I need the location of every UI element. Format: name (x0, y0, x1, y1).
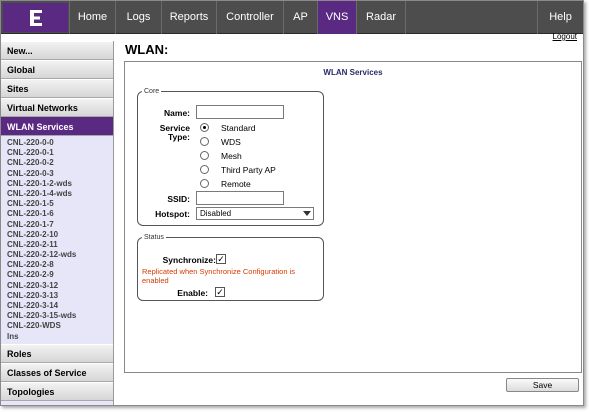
logout-link[interactable]: Logout (553, 32, 577, 41)
service-type-mesh-label: Mesh (221, 151, 242, 161)
page-title: WLAN: (125, 42, 169, 57)
ssid-label: SSID: (167, 194, 190, 204)
sidebar-wlan-item[interactable]: CNL-220-0-2 (1, 158, 113, 168)
service-type-remote-label: Remote (221, 179, 251, 189)
nav-ap[interactable]: AP (283, 1, 317, 34)
nav-reports[interactable]: Reports (161, 1, 216, 34)
nav-help[interactable]: Help (537, 1, 583, 34)
sidebar-item-new[interactable]: New... (1, 41, 113, 60)
save-button[interactable]: Save (506, 378, 579, 392)
hotspot-label: Hotspot: (155, 209, 190, 219)
sidebar-item-wlan-services[interactable]: WLAN Services (1, 117, 113, 136)
enable-label: Enable: (177, 288, 208, 298)
name-label: Name: (164, 108, 190, 118)
sidebar-wlan-item[interactable]: CNL-220-2-8 (1, 260, 113, 270)
sidebar-wlan-item[interactable]: CNL-220-1-5 (1, 199, 113, 209)
nav-vns[interactable]: VNS (317, 1, 356, 34)
ssid-input[interactable] (196, 191, 284, 205)
synchronize-note: Replicated when Synchronize Configuratio… (142, 267, 322, 285)
sidebar-wlan-item[interactable]: lns (1, 332, 113, 342)
sidebar-wlan-item[interactable]: CNL-220-1-4-wds (1, 189, 113, 199)
panel-title: WLAN Services (323, 68, 383, 77)
sidebar-wlan-item[interactable]: CNL-220-0-1 (1, 148, 113, 158)
status-legend: Status (144, 234, 164, 241)
synchronize-checkbox[interactable]: ✓ (216, 254, 226, 264)
sidebar-wlan-item[interactable]: CNL-220-3-12 (1, 281, 113, 291)
synchronize-note-line-1: Replicated when Synchronize Configuratio… (142, 267, 296, 276)
service-type-standard-label: Standard (221, 123, 256, 133)
sidebar-item-classes-of-service[interactable]: Classes of Service (1, 362, 113, 382)
sidebar-item-virtual-networks[interactable]: Virtual Networks (1, 98, 113, 117)
service-type-label-2: Type: (167, 132, 190, 142)
sidebar-wlan-item[interactable]: CNL-220-2-10 (1, 230, 113, 240)
app-window: Home Logs Reports Controller AP VNS Rada… (0, 0, 584, 406)
service-type-wds-radio[interactable] (200, 137, 209, 146)
sidebar-wlan-item[interactable]: CNL-220-3-13 (1, 291, 113, 301)
nav-controller[interactable]: Controller (216, 1, 283, 34)
hotspot-select-value: Disabled (200, 209, 232, 218)
sidebar: New... Global Sites Virtual Networks WLA… (1, 41, 114, 405)
service-type-wds-label: WDS (221, 137, 241, 147)
sidebar-wlan-item[interactable]: CNL-220-1-7 (1, 220, 113, 230)
name-input[interactable] (196, 105, 284, 119)
chevron-down-icon (301, 208, 313, 219)
sidebar-wlan-item[interactable]: CNL-220-0-3 (1, 169, 113, 179)
nav-home[interactable]: Home (69, 1, 115, 34)
sidebar-wlan-item[interactable]: CNL-220-0-0 (1, 138, 113, 148)
core-legend: Core (144, 88, 160, 95)
sidebar-wlan-item[interactable]: CNL-220-3-15-wds (1, 311, 113, 321)
sidebar-item-global[interactable]: Global (1, 60, 113, 79)
sidebar-item-roles[interactable]: Roles (1, 343, 113, 363)
sidebar-wlan-item[interactable]: CNL-220-WDS (1, 321, 113, 331)
extreme-logo-icon[interactable] (3, 3, 68, 32)
nav-radar[interactable]: Radar (356, 1, 406, 34)
service-type-mesh-radio[interactable] (200, 151, 209, 160)
sidebar-wlan-item[interactable]: CNL-220-2-12-wds (1, 250, 113, 260)
hotspot-select[interactable]: Disabled (196, 207, 314, 220)
synchronize-label: Synchronize: (162, 255, 216, 265)
sidebar-wlan-item[interactable]: CNL-220-3-14 (1, 301, 113, 311)
sidebar-item-sites[interactable]: Sites (1, 79, 113, 98)
sidebar-wlan-item[interactable]: CNL-220-1-2-wds (1, 179, 113, 189)
nav-logs[interactable]: Logs (115, 1, 161, 34)
sidebar-wlan-item[interactable]: CNL-220-1-6 (1, 209, 113, 219)
enable-checkbox[interactable]: ✓ (215, 287, 225, 297)
wlan-services-panel: WLAN Services Core Name: Service Type: S… (124, 61, 582, 373)
service-type-remote-radio[interactable] (200, 179, 209, 188)
service-type-standard-radio[interactable] (200, 123, 209, 132)
sidebar-item-topologies[interactable]: Topologies (1, 381, 113, 401)
synchronize-note-line-2: enabled (142, 276, 169, 285)
top-nav: Home Logs Reports Controller AP VNS Rada… (1, 1, 583, 34)
service-type-third-party-ap-radio[interactable] (200, 165, 209, 174)
sidebar-wlan-item[interactable]: CNL-220-2-11 (1, 240, 113, 250)
service-type-third-party-ap-label: Third Party AP (221, 165, 276, 175)
sidebar-wlan-item[interactable]: CNL-220-2-9 (1, 270, 113, 280)
